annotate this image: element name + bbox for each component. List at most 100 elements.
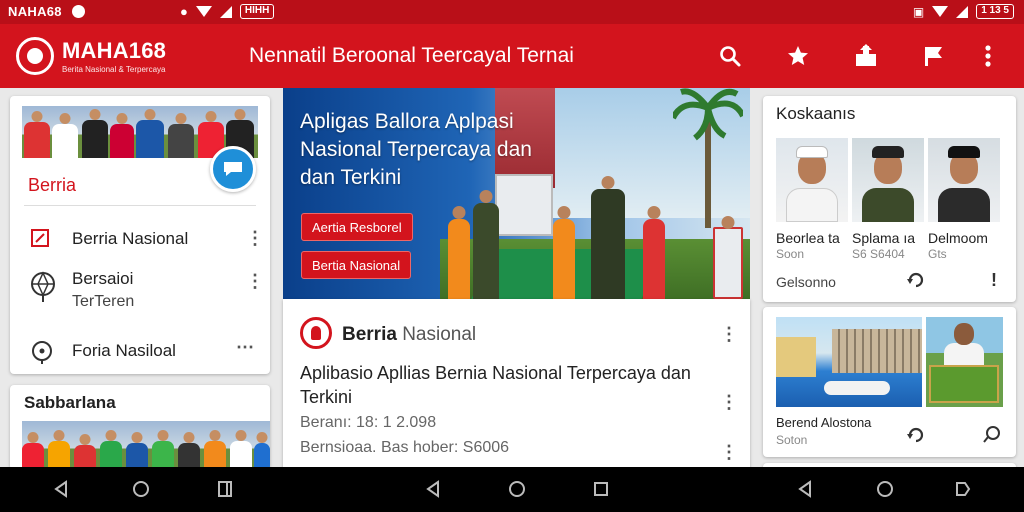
person-photo[interactable] xyxy=(852,138,924,222)
pool-photo xyxy=(776,317,922,407)
photo-building xyxy=(776,337,816,377)
photo-figure xyxy=(152,441,174,470)
category-item[interactable]: Berria Nasional ⋮ xyxy=(10,220,270,256)
source-logo-icon xyxy=(300,317,332,349)
back-icon-3[interactable] xyxy=(796,480,816,500)
article-card[interactable]: Berria Nasional ⋮ Aplibasio Apllias Bern… xyxy=(283,299,750,474)
source-name-bold: Berria xyxy=(342,324,397,345)
person-sub: Soon xyxy=(776,247,805,261)
photo-figure xyxy=(22,443,44,470)
featured-card-title: Koskaanıs xyxy=(776,104,856,123)
photo-figure xyxy=(24,122,50,158)
recents-icon[interactable] xyxy=(216,480,236,500)
source-name: Berria Nasional xyxy=(342,324,476,346)
category-item-sublabel: TerTeren xyxy=(72,293,135,310)
article-menu-icon[interactable]: ⋮ xyxy=(720,393,738,411)
photo-figure xyxy=(168,124,194,158)
wifi-icon xyxy=(195,6,212,17)
portrait-body xyxy=(862,188,914,222)
photo-figure xyxy=(254,443,270,470)
home-icon[interactable] xyxy=(132,480,152,500)
photo-figure xyxy=(110,124,134,158)
photo-figure xyxy=(126,443,148,470)
system-nav-bar xyxy=(0,467,1024,512)
poster-sign xyxy=(929,365,999,403)
featured-card-footer[interactable]: Gelsonno xyxy=(776,274,836,290)
article-title[interactable]: Aplibasio Apllias Bernia Nasional Terper… xyxy=(300,361,720,409)
signal-icon xyxy=(219,5,232,18)
article-menu-icon[interactable]: ⋮ xyxy=(720,443,738,461)
home-icon-2[interactable] xyxy=(508,480,528,500)
brand-name[interactable]: MAHA168 xyxy=(62,38,166,64)
recents-icon-2[interactable] xyxy=(592,480,612,500)
category-card: Berria Berria Nasional ⋮ Bersaioi TerTer… xyxy=(10,96,270,374)
item-menu-icon[interactable]: ⋯ xyxy=(236,338,254,356)
person-photo[interactable] xyxy=(776,138,848,222)
person-name: Beorlea ta xyxy=(776,230,840,246)
photo-figure xyxy=(230,441,252,470)
crowd-photo xyxy=(22,421,270,470)
photo-figure xyxy=(136,120,164,158)
portrait-body xyxy=(786,188,838,222)
recents-icon-3[interactable] xyxy=(954,480,974,500)
item-menu-icon[interactable]: ⋮ xyxy=(246,229,264,247)
edit-box-icon xyxy=(30,228,52,250)
person-sub: S6 S6404 xyxy=(852,247,905,261)
portrait-cap xyxy=(872,146,904,158)
back-icon-2[interactable] xyxy=(424,480,444,500)
globe-icon xyxy=(30,270,56,304)
article-meta: Beranı: 18: 1 2.098 xyxy=(300,414,437,431)
share-icon[interactable] xyxy=(832,42,900,70)
star-icon[interactable] xyxy=(764,42,832,70)
refresh-icon[interactable] xyxy=(906,425,926,450)
hero-person xyxy=(448,219,470,299)
back-icon[interactable] xyxy=(52,480,72,500)
category-item-label: Berria Nasional xyxy=(72,229,189,248)
article-title-small: Berend Alostona xyxy=(776,415,872,430)
alert-icon[interactable]: ! xyxy=(991,270,997,291)
person-poster-photo xyxy=(926,317,1003,407)
location-icon: ● xyxy=(180,4,188,19)
home-icon-3[interactable] xyxy=(876,480,896,500)
hero-button-primary[interactable]: Aertia Resborel xyxy=(301,213,413,241)
article-menu-icon[interactable]: ⋮ xyxy=(720,325,738,343)
search-icon[interactable] xyxy=(696,42,764,70)
person-name: Delmoom xyxy=(928,230,988,246)
chat-fab-button[interactable] xyxy=(210,146,256,192)
source-name-rest: Nasional xyxy=(396,324,477,345)
item-menu-icon[interactable]: ⋮ xyxy=(246,272,264,290)
refresh-icon[interactable] xyxy=(906,270,926,295)
category-item[interactable]: Foria Nasiloal ⋯ xyxy=(10,332,270,368)
vibrate-icon: ▣ xyxy=(912,4,925,19)
battery-icon: 1 13 5 xyxy=(976,4,1014,19)
portrait-body xyxy=(938,188,990,222)
more-vert-icon[interactable] xyxy=(968,42,1008,70)
person-photo[interactable] xyxy=(928,138,1000,222)
palm-tree xyxy=(670,88,746,228)
photo-building xyxy=(832,329,922,373)
brand-logo-icon[interactable] xyxy=(16,37,54,75)
signal-icon-right xyxy=(956,5,969,18)
hero-banner-stand xyxy=(713,227,743,299)
hero-person xyxy=(553,219,575,299)
photo-figure xyxy=(82,120,108,158)
status-app-name: NAHA68 xyxy=(8,4,62,19)
flag-icon[interactable] xyxy=(900,42,968,70)
status-bar: NAHA68 ● HIHH ▣ 1 13 5 xyxy=(0,0,1024,24)
status-left: NAHA68 xyxy=(8,4,85,19)
app-title: Nennatil Beroonal Teercayal Ternai xyxy=(249,44,574,67)
photo-figure xyxy=(52,124,78,158)
portrait-cap xyxy=(948,146,980,158)
comment-icon[interactable] xyxy=(983,425,1001,448)
photo-figure xyxy=(100,441,122,470)
hero-person xyxy=(591,189,625,299)
article-card-small[interactable]: Berend Alostona Soton xyxy=(763,307,1016,457)
notification-dot-icon xyxy=(71,5,85,18)
category-item-label: Bersaioi xyxy=(72,269,134,288)
person-sub: Gts xyxy=(928,247,947,261)
person-name: Splama ıa xyxy=(852,230,916,246)
portrait-cap xyxy=(796,146,828,158)
photo-figure xyxy=(204,441,226,470)
category-item[interactable]: Bersaioi TerTeren ⋮ xyxy=(10,264,270,316)
hero-button-secondary[interactable]: Bertia Nasional xyxy=(301,251,412,279)
